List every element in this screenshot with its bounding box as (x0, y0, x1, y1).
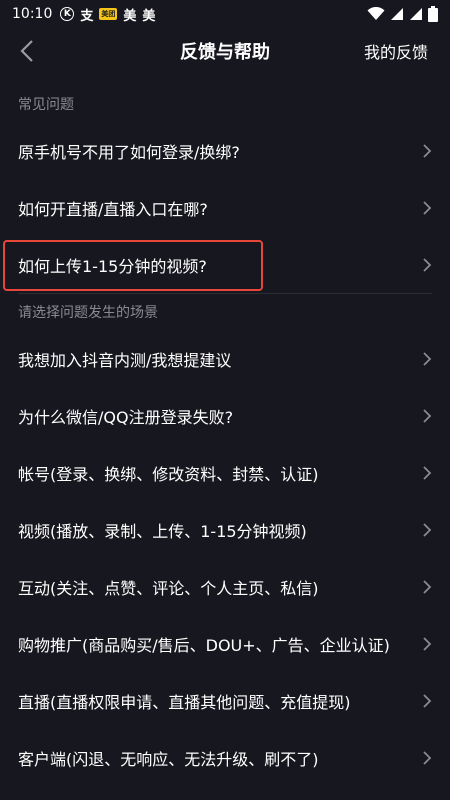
signal-icon (410, 8, 422, 20)
scene-item-video[interactable]: 视频(播放、录制、上传、1-15分钟视频) (0, 501, 450, 558)
list-item-label: 互动(关注、点赞、评论、个人主页、私信) (18, 578, 319, 598)
chevron-right-icon (423, 143, 432, 158)
chevron-right-icon (423, 465, 432, 480)
list-item-label: 视频(播放、录制、上传、1-15分钟视频) (18, 521, 307, 541)
scene-item-account[interactable]: 帐号(登录、换绑、修改资料、封禁、认证) (0, 444, 450, 501)
chevron-right-icon (423, 257, 432, 272)
wifi-icon (367, 7, 385, 20)
scene-item-wechat-qq-login[interactable]: 为什么微信/QQ注册登录失败? (0, 387, 450, 444)
scene-section-header: 请选择问题发生的场景 (18, 305, 158, 321)
scene-item-live[interactable]: 直播(直播权限申请、直播其他问题、充值提现) (0, 672, 450, 729)
chevron-right-icon (423, 693, 432, 708)
battery-icon (428, 6, 438, 22)
list-item-label: 我想加入抖音内测/我想提建议 (18, 350, 232, 370)
faq-item-upload-video[interactable]: 如何上传1-15分钟的视频? (0, 236, 450, 293)
chevron-right-icon (423, 408, 432, 423)
scene-item-client[interactable]: 客户端(闪退、无响应、无法升级、刷不了) (0, 729, 450, 786)
list-item-label: 为什么微信/QQ注册登录失败? (18, 407, 234, 427)
my-feedback-link[interactable]: 我的反馈 (364, 39, 428, 63)
nav-bar: 反馈与帮助 我的反馈 (0, 28, 450, 74)
scene-item-shopping[interactable]: 购物推广(商品购买/售后、DOU+、广告、企业认证) (0, 615, 450, 672)
list-item-label: 购物推广(商品购买/售后、DOU+、广告、企业认证) (18, 635, 390, 655)
meituan-notification-icon: 美 (142, 8, 156, 24)
chevron-right-icon (423, 522, 432, 537)
list-item-label: 客户端(闪退、无响应、无法升级、刷不了) (18, 749, 319, 769)
meituan-notification-icon: 美 (123, 8, 137, 24)
alipay-icon: 支 (80, 8, 94, 24)
chevron-right-icon (423, 351, 432, 366)
status-time: 10:10 (12, 6, 53, 22)
scene-item-beta-suggest[interactable]: 我想加入抖音内测/我想提建议 (0, 330, 450, 387)
list-item-label: 直播(直播权限申请、直播其他问题、充值提现) (18, 692, 351, 712)
list-item-label: 帐号(登录、换绑、修改资料、封禁、认证) (18, 464, 319, 484)
chevron-right-icon (423, 579, 432, 594)
faq-item-change-phone[interactable]: 原手机号不用了如何登录/换绑? (0, 122, 450, 179)
k-app-icon: K (60, 7, 75, 21)
scene-item-interaction[interactable]: 互动(关注、点赞、评论、个人主页、私信) (0, 558, 450, 615)
list-item-label: 如何开直播/直播入口在哪? (18, 199, 208, 219)
chevron-right-icon (423, 636, 432, 651)
back-arrow-icon (20, 40, 33, 62)
back-button[interactable] (14, 36, 40, 66)
chevron-right-icon (423, 750, 432, 765)
faq-item-live-stream[interactable]: 如何开直播/直播入口在哪? (0, 179, 450, 236)
meituan-icon: 美团 (99, 8, 118, 20)
signal-icon (391, 8, 403, 20)
status-bar: 10:10 K 支 美团 美 美 (0, 0, 450, 28)
list-item-label: 如何上传1-15分钟的视频? (18, 256, 207, 276)
common-questions-header: 常见问题 (18, 97, 74, 113)
list-item-label: 原手机号不用了如何登录/换绑? (18, 142, 240, 162)
chevron-right-icon (423, 200, 432, 215)
